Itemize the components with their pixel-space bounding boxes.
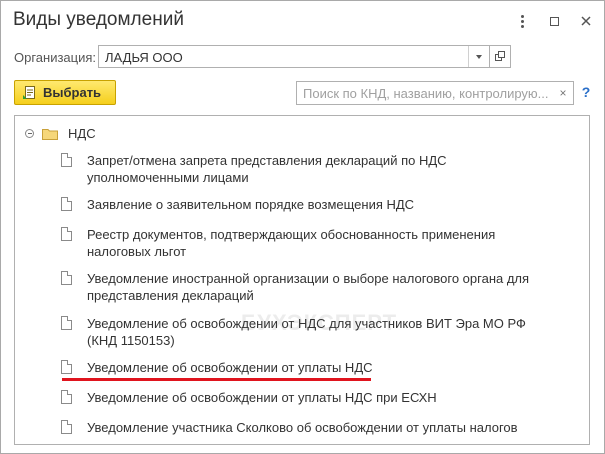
tree-item-label: Уведомление иностранной организации о вы… (87, 271, 530, 303)
chevron-down-icon (476, 54, 482, 59)
notification-types-window: Виды уведомлений Организация: ЛАДЬЯ ООО (0, 0, 605, 454)
clear-search-icon[interactable]: × (556, 86, 570, 100)
more-actions-icon[interactable] (512, 11, 532, 31)
document-icon (61, 271, 72, 285)
organization-dropdown-button[interactable] (468, 46, 489, 67)
maximize-icon[interactable] (544, 11, 564, 31)
tree-item-label: Запрет/отмена запрета представления декл… (87, 153, 447, 185)
tree-item-label: Уведомление об освобождении от НДС для у… (87, 316, 526, 348)
highlight-underline (62, 378, 371, 381)
close-icon[interactable] (576, 11, 596, 31)
tree-item[interactable]: Уведомление участника Сколково об освобо… (61, 419, 557, 436)
help-icon[interactable]: ? (578, 84, 594, 100)
tree-item[interactable]: Уведомление об освобождении от уплаты НД… (61, 389, 557, 406)
folder-label: НДС (68, 125, 96, 141)
folder-icon (42, 127, 58, 140)
organization-label: Организация: (14, 50, 97, 65)
organization-field[interactable]: ЛАДЬЯ ООО (98, 45, 490, 68)
select-document-icon (23, 85, 37, 100)
tree-item[interactable]: Запрет/отмена запрета представления декл… (61, 152, 557, 186)
tree-item[interactable]: Реестр документов, подтверждающих обосно… (61, 226, 557, 260)
tree-item-label: Реестр документов, подтверждающих обосно… (87, 227, 496, 259)
document-icon (61, 360, 72, 374)
select-button[interactable]: Выбрать (14, 80, 116, 105)
tree-item-label: Заявление о заявительном порядке возмеще… (87, 197, 415, 212)
document-icon (61, 390, 72, 404)
document-icon (61, 227, 72, 241)
tree-item[interactable]: Заявление о заявительном порядке возмеще… (61, 196, 557, 213)
tree-item-label: Уведомление участника Сколково об освобо… (87, 420, 518, 435)
document-icon (61, 316, 72, 330)
document-icon (61, 153, 72, 167)
notification-types-tree[interactable]: БУХЭКСПЕРТ НДС Запрет/отмена запрета пре… (14, 115, 590, 445)
window-title: Виды уведомлений (13, 9, 184, 30)
organization-value: ЛАДЬЯ ООО (105, 50, 183, 65)
tree-item[interactable]: Уведомление об освобождении от НДС для у… (61, 315, 557, 349)
tree-item[interactable]: Уведомление иностранной организации о вы… (61, 270, 557, 304)
open-form-icon (494, 51, 505, 61)
document-icon (61, 197, 72, 211)
tree-item-selected[interactable]: Уведомление об освобождении от уплаты НД… (61, 359, 557, 376)
search-field[interactable]: × (296, 81, 574, 105)
tree-item-label: Уведомление об освобождении от уплаты НД… (87, 360, 373, 375)
organization-open-button[interactable] (489, 45, 511, 68)
tree-folder-vat[interactable]: НДС (25, 124, 96, 142)
search-input[interactable] (297, 82, 553, 104)
document-icon (61, 420, 72, 434)
collapse-icon[interactable] (25, 128, 34, 138)
select-button-label: Выбрать (43, 85, 102, 100)
title-bar: Виды уведомлений (1, 1, 604, 41)
tree-item-label: Уведомление об освобождении от уплаты НД… (87, 390, 437, 405)
